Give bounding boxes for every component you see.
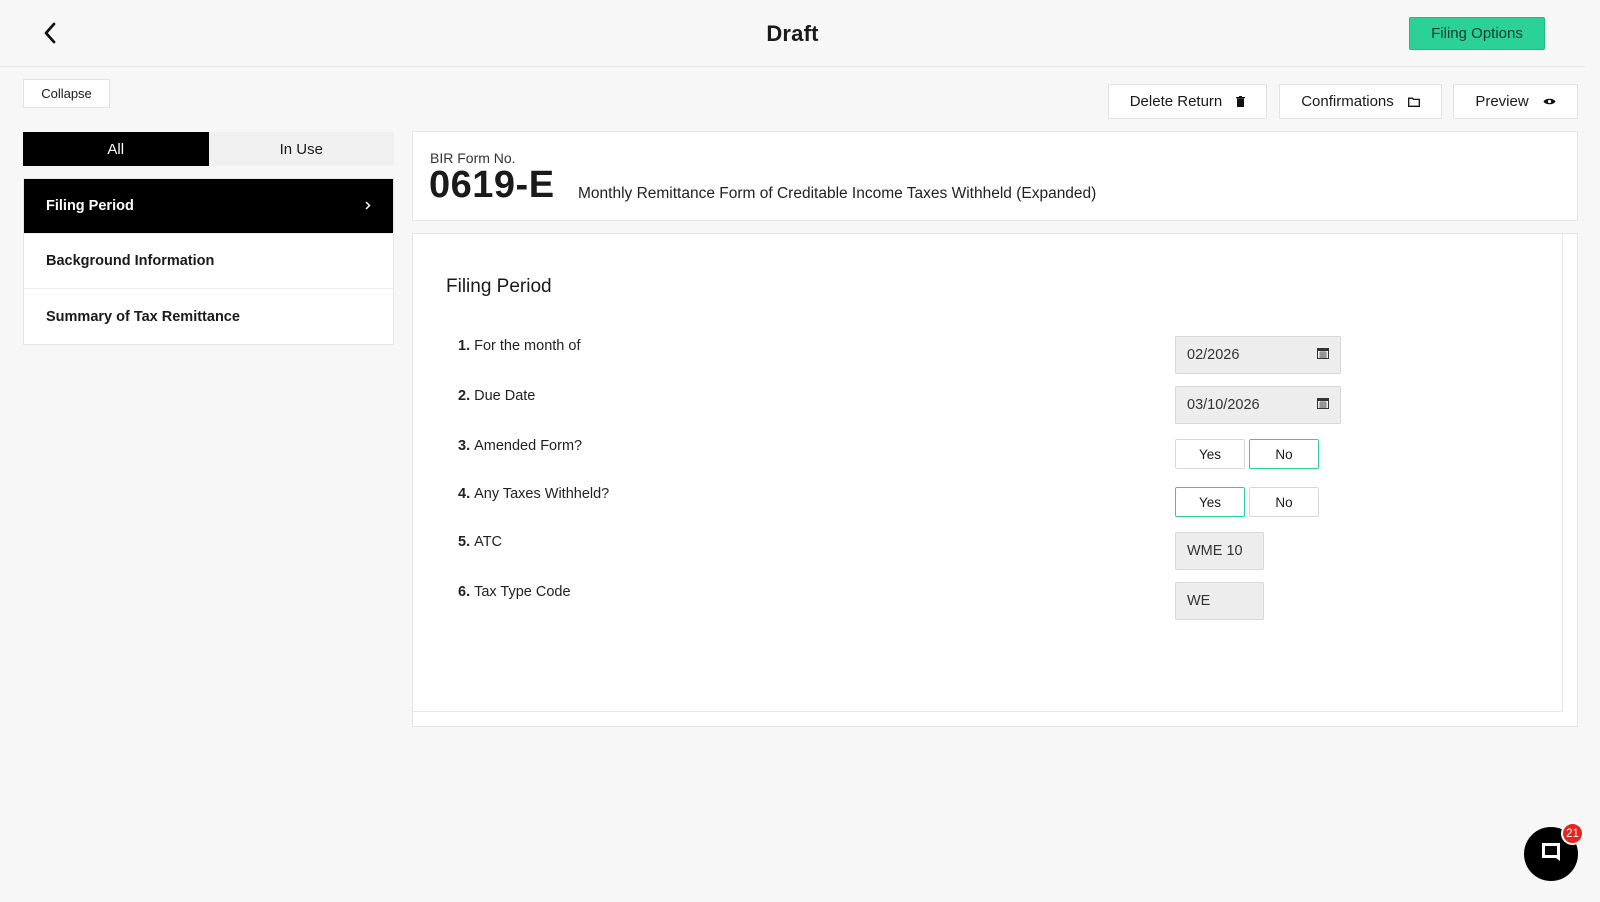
sidebar-item-summary-of-tax-remittance[interactable]: Summary of Tax Remittance [24, 289, 393, 344]
due-date-field[interactable]: 03/10/2026 [1175, 386, 1341, 424]
collapse-button[interactable]: Collapse [23, 79, 110, 108]
due-date-value: 03/10/2026 [1187, 397, 1260, 413]
amended-yes-button[interactable]: Yes [1175, 439, 1245, 469]
chat-bubble-icon [1539, 840, 1563, 869]
question-tax-type-code: 6. Tax Type Code [458, 584, 571, 600]
question-number: 1. [458, 338, 471, 354]
question-due-date: 2. Due Date [458, 388, 535, 404]
question-label: For the month of [474, 338, 581, 354]
sidebar-item-label: Summary of Tax Remittance [46, 308, 240, 325]
question-month: 1. For the month of [458, 338, 580, 354]
filing-options-button[interactable]: Filing Options [1409, 17, 1545, 50]
taxes-withheld-no-button[interactable]: No [1249, 487, 1319, 517]
question-label: Any Taxes Withheld? [474, 486, 610, 502]
panel-content: Filing Period 1. For the month of 2. Due D… [413, 234, 1563, 712]
delete-return-label: Delete Return [1129, 93, 1223, 110]
month-picker-field[interactable]: 02/2026 [1175, 336, 1341, 374]
question-amended-form: 3. Amended Form? [458, 438, 582, 454]
top-bar: Draft Filing Options [0, 0, 1585, 67]
tab-in-use[interactable]: In Use [209, 132, 395, 166]
question-label: ATC [474, 534, 503, 550]
month-value: 02/2026 [1187, 347, 1240, 363]
form-header-card: BIR Form No. 0619-E Monthly Remittance F… [412, 131, 1578, 221]
tax-type-code-value: WE [1187, 593, 1211, 609]
question-number: 2. [458, 388, 471, 404]
question-atc: 5. ATC [458, 534, 502, 550]
confirmations-button[interactable]: Confirmations [1279, 84, 1442, 119]
folder-icon [1407, 97, 1420, 107]
sidebar-section-list: Filing Period Background Information Sum… [23, 178, 394, 345]
question-label: Due Date [474, 388, 536, 404]
notification-badge: 21 [1561, 822, 1584, 845]
sidebar-item-filing-period[interactable]: Filing Period [24, 179, 393, 234]
preview-label: Preview [1475, 93, 1529, 110]
trash-icon [1236, 96, 1246, 107]
amended-no-button[interactable]: No [1249, 439, 1319, 469]
sidebar-item-label: Filing Period [46, 198, 134, 214]
chevron-right-icon [365, 198, 371, 214]
eye-icon [1543, 97, 1556, 106]
question-number: 4. [458, 486, 471, 502]
question-label: Amended Form? [474, 438, 583, 454]
question-number: 5. [458, 534, 471, 550]
form-description: Monthly Remittance Form of Creditable In… [578, 185, 1097, 202]
calendar-icon[interactable] [1317, 347, 1329, 363]
question-label: Tax Type Code [474, 584, 571, 600]
confirmations-label: Confirmations [1301, 93, 1394, 110]
sidebar-item-background-information[interactable]: Background Information [24, 234, 393, 289]
section-title: Filing Period [446, 276, 552, 297]
question-taxes-withheld: 4. Any Taxes Withheld? [458, 486, 609, 502]
sidebar-item-label: Background Information [46, 253, 215, 269]
tax-type-code-field: WE [1175, 582, 1264, 620]
delete-return-button[interactable]: Delete Return [1108, 84, 1267, 119]
sidebar-filter-tabs: All In Use [23, 132, 394, 166]
question-number: 6. [458, 584, 471, 600]
form-number: 0619-E [429, 164, 555, 206]
tab-all[interactable]: All [23, 132, 209, 166]
filing-period-panel: Filing Period 1. For the month of 2. Due D… [412, 233, 1578, 727]
page-title: Draft [766, 21, 819, 46]
atc-value: WME 10 [1187, 543, 1243, 559]
taxes-withheld-yes-button[interactable]: Yes [1175, 487, 1245, 517]
question-number: 3. [458, 438, 471, 454]
atc-field: WME 10 [1175, 532, 1264, 570]
calendar-icon[interactable] [1317, 397, 1329, 413]
preview-button[interactable]: Preview [1453, 84, 1578, 119]
